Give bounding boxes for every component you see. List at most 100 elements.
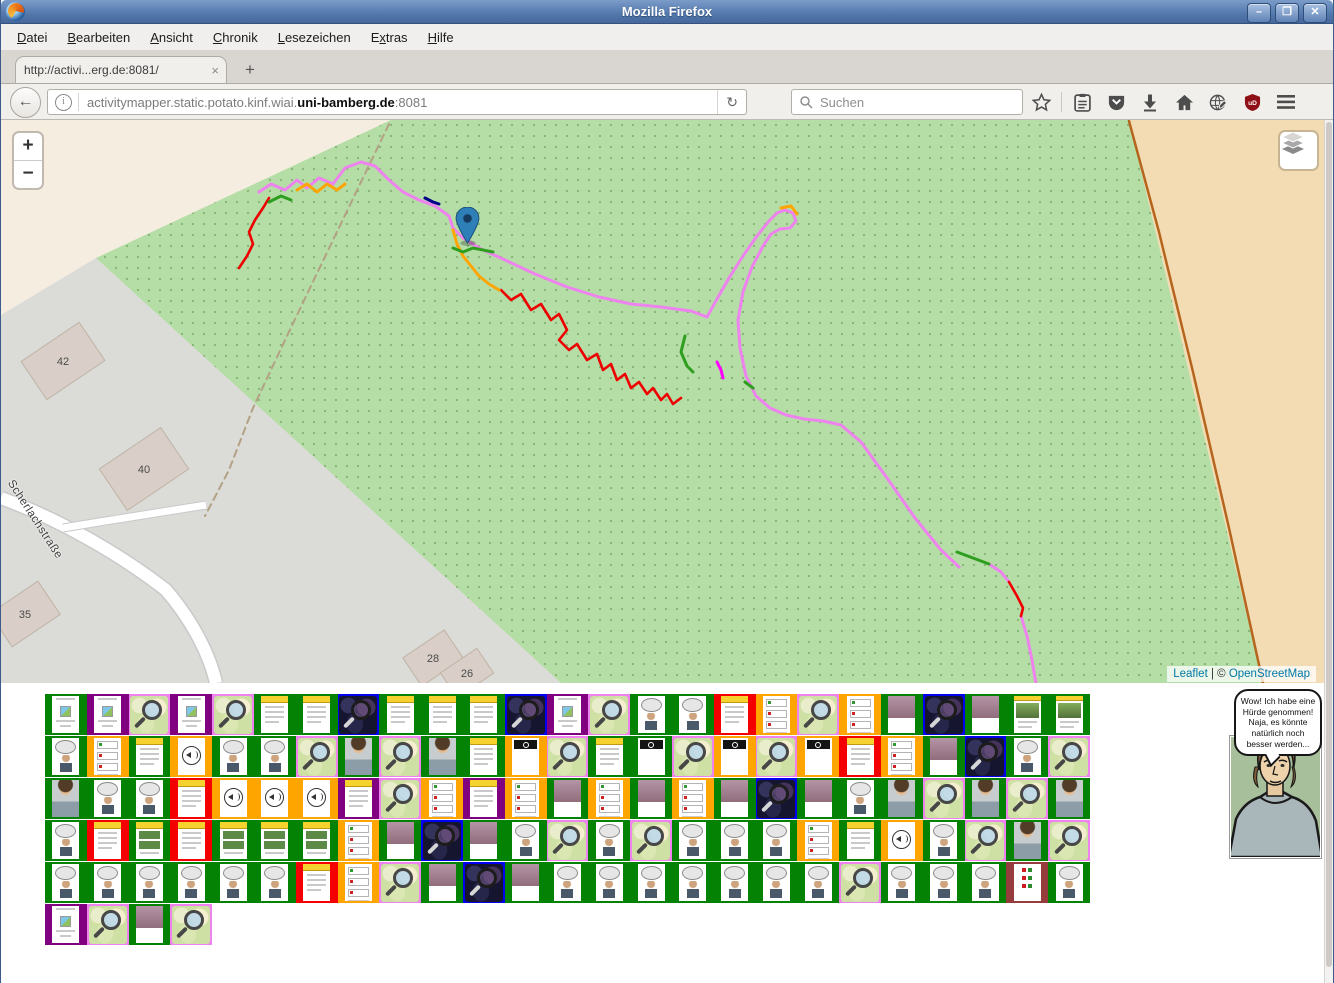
activity-tile-portrait[interactable] xyxy=(421,862,463,903)
activity-tile-map[interactable] xyxy=(1006,778,1048,819)
activity-tile-comic[interactable] xyxy=(254,862,296,903)
activity-tile-app[interactable] xyxy=(547,694,589,735)
layers-control[interactable] xyxy=(1280,132,1317,169)
activity-tile-map[interactable] xyxy=(129,694,171,735)
activity-tile-comic[interactable] xyxy=(839,778,881,819)
activity-tile-doc[interactable] xyxy=(338,778,380,819)
activity-tile-portrait2[interactable] xyxy=(45,778,87,819)
activity-tile-check[interactable] xyxy=(338,862,380,903)
site-info-icon[interactable]: i xyxy=(55,94,72,111)
activity-tile-comic[interactable] xyxy=(170,862,212,903)
activity-tile-comic[interactable] xyxy=(672,694,714,735)
activity-tile-docphoto[interactable] xyxy=(212,820,254,861)
menu-icon[interactable] xyxy=(1276,92,1296,112)
activity-tile-comic[interactable] xyxy=(87,778,129,819)
leaflet-link[interactable]: Leaflet xyxy=(1173,668,1208,680)
activity-tile-mapdark[interactable] xyxy=(463,862,505,903)
activity-tile-app[interactable] xyxy=(45,904,87,945)
activity-tile-portrait2[interactable] xyxy=(1006,820,1048,861)
tab-close-icon[interactable]: × xyxy=(211,57,219,84)
ublock-shield-icon[interactable]: uD xyxy=(1242,92,1262,112)
activity-tile-map[interactable] xyxy=(965,820,1007,861)
activity-tile-comic[interactable] xyxy=(87,862,129,903)
activity-tile-comic[interactable] xyxy=(923,862,965,903)
map[interactable]: 4240352826 Scherlachstraße + − Leaflet |… xyxy=(1,120,1326,683)
activity-tile-portrait2[interactable] xyxy=(338,736,380,777)
activity-tile-map[interactable] xyxy=(756,736,798,777)
minimize-button[interactable]: – xyxy=(1247,3,1271,23)
activity-tile-map[interactable] xyxy=(212,694,254,735)
activity-tile-speaker[interactable] xyxy=(881,820,923,861)
activity-tile-map[interactable] xyxy=(379,778,421,819)
activity-tile-doc[interactable] xyxy=(296,694,338,735)
activity-tile-camera[interactable] xyxy=(797,736,839,777)
osm-link[interactable]: OpenStreetMap xyxy=(1229,668,1310,680)
activity-tile-map[interactable] xyxy=(547,820,589,861)
activity-tile-comic[interactable] xyxy=(881,862,923,903)
activity-tile-comic[interactable] xyxy=(630,694,672,735)
activity-tile-comic[interactable] xyxy=(547,862,589,903)
menu-chronik[interactable]: Chronik xyxy=(203,30,268,45)
zoom-out-button[interactable]: − xyxy=(14,161,42,188)
activity-tile-camera[interactable] xyxy=(630,736,672,777)
activity-tile-map[interactable] xyxy=(296,736,338,777)
activity-tile-comic[interactable] xyxy=(254,736,296,777)
menu-extras[interactable]: Extras xyxy=(361,30,418,45)
search-bar[interactable] xyxy=(791,89,1023,115)
activity-tile-hearts[interactable] xyxy=(1006,862,1048,903)
activity-tile-comic[interactable] xyxy=(756,862,798,903)
activity-tile-mapdark[interactable] xyxy=(756,778,798,819)
activity-tile-comic[interactable] xyxy=(212,862,254,903)
activity-tile-map[interactable] xyxy=(630,820,672,861)
activity-tile-portrait2[interactable] xyxy=(881,778,923,819)
activity-tile-comic[interactable] xyxy=(588,820,630,861)
activity-tile-speaker[interactable] xyxy=(212,778,254,819)
url-bar[interactable]: i activitymapper.static.potato.kinf.wiai… xyxy=(47,89,747,115)
activity-tile-portrait[interactable] xyxy=(714,778,756,819)
activity-tile-map[interactable] xyxy=(797,694,839,735)
activity-tile-check[interactable] xyxy=(421,778,463,819)
activity-tile-doc[interactable] xyxy=(839,820,881,861)
activity-tile-map[interactable] xyxy=(87,904,129,945)
menu-bearbeiten[interactable]: Bearbeiten xyxy=(57,30,140,45)
activity-tile-comic[interactable] xyxy=(797,862,839,903)
search-input[interactable] xyxy=(818,94,1022,111)
activity-tile-map[interactable] xyxy=(379,736,421,777)
activity-tile-check[interactable] xyxy=(588,778,630,819)
activity-tile-comic[interactable] xyxy=(1048,862,1090,903)
activity-tile-mapdark[interactable] xyxy=(923,694,965,735)
activity-tile-doc[interactable] xyxy=(379,694,421,735)
bookmark-star-icon[interactable] xyxy=(1031,92,1051,112)
activity-tile-portrait[interactable] xyxy=(547,778,589,819)
activity-tile-doc[interactable] xyxy=(296,862,338,903)
activity-tile-mapdark[interactable] xyxy=(338,694,380,735)
activity-tile-doc[interactable] xyxy=(714,694,756,735)
activity-tile-portrait[interactable] xyxy=(923,736,965,777)
activity-tile-doc[interactable] xyxy=(463,778,505,819)
activity-tile-photo[interactable] xyxy=(1006,694,1048,735)
map-marker-icon[interactable] xyxy=(455,207,480,246)
activity-tile-doc[interactable] xyxy=(463,736,505,777)
activity-tile-camera[interactable] xyxy=(714,736,756,777)
activity-tile-check[interactable] xyxy=(839,694,881,735)
activity-tile-portrait[interactable] xyxy=(379,820,421,861)
activity-tile-portrait[interactable] xyxy=(129,904,171,945)
activity-tile-comic[interactable] xyxy=(672,862,714,903)
downloads-icon[interactable] xyxy=(1140,92,1160,112)
activity-tile-doc[interactable] xyxy=(170,778,212,819)
activity-tile-portrait[interactable] xyxy=(463,820,505,861)
activity-tile-portrait[interactable] xyxy=(630,778,672,819)
activity-tile-portrait2[interactable] xyxy=(965,778,1007,819)
scrollbar-thumb[interactable] xyxy=(1326,122,1332,967)
activity-tile-map[interactable] xyxy=(1048,820,1090,861)
activity-tile-portrait[interactable] xyxy=(797,778,839,819)
activity-tile-portrait2[interactable] xyxy=(421,736,463,777)
activity-tile-portrait[interactable] xyxy=(881,694,923,735)
activity-tile-map[interactable] xyxy=(170,904,212,945)
activity-tile-comic[interactable] xyxy=(588,862,630,903)
activity-tile-speaker[interactable] xyxy=(170,736,212,777)
close-button[interactable]: ✕ xyxy=(1303,3,1327,23)
activity-tile-check[interactable] xyxy=(881,736,923,777)
activity-tile-comic[interactable] xyxy=(1006,736,1048,777)
activity-tile-comic[interactable] xyxy=(714,820,756,861)
